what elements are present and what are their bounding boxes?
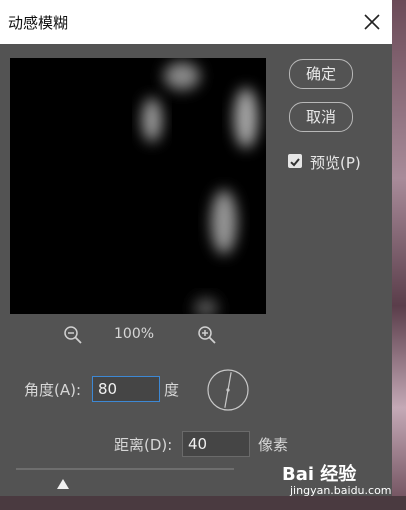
checkbox-box[interactable]: [288, 154, 302, 168]
preview-label: 预览(P): [310, 154, 361, 172]
preview-canvas[interactable]: [10, 58, 266, 314]
background-image-edge: [392, 0, 406, 510]
distance-unit: 像素: [258, 436, 289, 454]
dialog-title: 动感模糊: [8, 14, 69, 32]
close-button[interactable]: [360, 10, 384, 34]
distance-input[interactable]: [182, 431, 250, 457]
zoom-level-value: 100%: [114, 326, 155, 342]
angle-dial-icon: [207, 369, 249, 411]
slider-thumb[interactable]: [57, 474, 70, 489]
close-icon: [364, 14, 380, 30]
distance-slider[interactable]: [16, 462, 234, 489]
zoom-controls: 100%: [62, 324, 222, 346]
angle-unit: 度: [164, 381, 180, 399]
angle-dial[interactable]: [206, 368, 250, 412]
ok-button[interactable]: 确定: [289, 59, 353, 89]
check-icon: [290, 158, 300, 167]
zoom-in-icon: [198, 326, 216, 344]
distance-label: 距离(D):: [114, 436, 173, 454]
watermark-url: jingyan.baidu.com: [290, 484, 392, 497]
title-bar: 动感模糊: [0, 0, 392, 44]
angle-label: 角度(A):: [24, 381, 82, 399]
zoom-out-icon: [64, 326, 82, 344]
angle-input[interactable]: [92, 376, 160, 402]
zoom-out-button[interactable]: [62, 324, 84, 346]
motion-blur-dialog: 动感模糊 100% 确定 取消 预览(P) 角度(A): 80 度 距离(D):…: [0, 0, 392, 496]
zoom-in-button[interactable]: [196, 324, 218, 346]
preview-image: [10, 58, 266, 314]
slider-track[interactable]: [16, 468, 234, 470]
watermark-logo: Bai 经验: [282, 464, 357, 485]
triangle-up-icon: [57, 479, 70, 489]
baidu-watermark: Bai 经验 jingyan.baidu.com: [282, 460, 392, 504]
cancel-button[interactable]: 取消: [289, 102, 353, 132]
